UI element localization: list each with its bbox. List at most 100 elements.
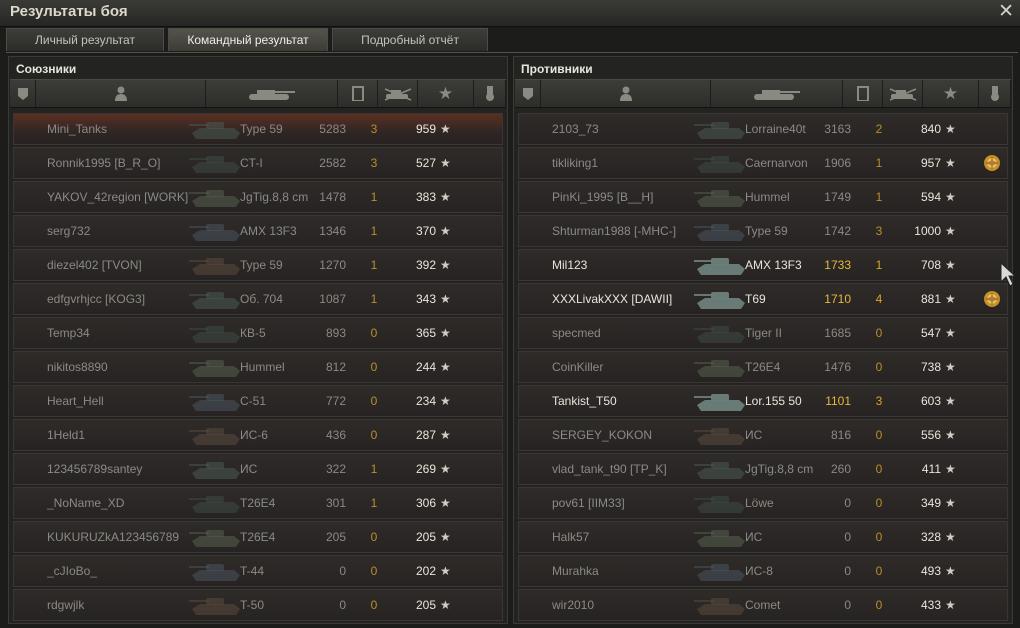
player-row[interactable]: Murahka ИС-8 0 0 493 ★	[518, 555, 1008, 587]
player-row[interactable]: specmed Tiger II 1685 0 547 ★	[518, 317, 1008, 349]
tank-icon	[188, 491, 246, 516]
damage-icon[interactable]	[338, 80, 378, 107]
tank-name: T-50	[240, 598, 265, 612]
player-row[interactable]: Tankist_T50 Lor.155 50 1101 3 603 ★	[518, 385, 1008, 417]
player-row[interactable]: 1Held1 ИС-6 436 0 287 ★	[13, 419, 503, 451]
player-row[interactable]: pov61 [IIM33] Löwe 0 0 349 ★	[518, 487, 1008, 519]
kills-value: 0	[875, 360, 883, 374]
tank-name: ИС	[745, 530, 763, 544]
tab-detailed-report[interactable]: Подробный отчёт	[332, 28, 488, 51]
damage-value: 893	[325, 326, 346, 340]
damage-value: 1685	[824, 326, 851, 340]
player-name: nikitos8890	[47, 360, 108, 374]
medal-icon[interactable]	[979, 80, 1011, 107]
player-row[interactable]: YAKOV_42region [WORK] JgTig.8,8 cm 1478 1 38…	[13, 181, 503, 213]
star-icon: ★	[945, 326, 956, 340]
tank-icon	[693, 287, 751, 312]
player-row[interactable]: edfgvrhjcc [KOG3] Об. 704 1087 1 343 ★	[13, 283, 503, 315]
points-value: 881	[920, 292, 941, 306]
player-row[interactable]: Mini_Tanks Type 59 5283 3 959 ★	[13, 113, 503, 145]
player-row[interactable]: Shturman1988 [-MHC-] Type 59 1742 3 1000 ★	[518, 215, 1008, 247]
points-value: 411	[921, 462, 941, 476]
player-row[interactable]: tikliking1 Caernarvon 1906 1 957 ★	[518, 147, 1008, 179]
points-icon[interactable]: ★	[923, 80, 979, 107]
points-value: 708	[920, 258, 941, 272]
tank-icon	[188, 457, 246, 482]
player-icon[interactable]	[541, 80, 711, 107]
enemies-list: 2103_73 Lorraine40t 3163 2 840 ★ tikliking1 Cae…	[514, 113, 1012, 623]
tank-name: ИС-8	[745, 564, 773, 578]
damage-value: 812	[325, 360, 346, 374]
kills-value: 3	[370, 156, 378, 170]
kills-value: 0	[370, 394, 378, 408]
points-icon[interactable]: ★	[418, 80, 474, 107]
points-value: 202	[415, 564, 436, 578]
star-icon: ★	[945, 190, 956, 204]
medal-icon[interactable]	[982, 153, 1002, 176]
kills-value: 1	[875, 156, 883, 170]
enemies-title: Противники	[521, 62, 593, 76]
kills-icon[interactable]	[378, 80, 418, 107]
points-value: 244	[415, 360, 436, 374]
tank-name: Type 59	[745, 224, 788, 238]
player-row[interactable]: Heart_Hell С-51 772 0 234 ★	[13, 385, 503, 417]
squad-icon[interactable]	[10, 80, 36, 107]
player-row[interactable]: Mil123 AMX 13F3 1733 1 708 ★	[518, 249, 1008, 281]
tank-name: AMX 13F3	[745, 258, 802, 272]
tank-icon	[188, 287, 246, 312]
damage-value: 1270	[319, 258, 346, 272]
player-row[interactable]: serg732 AMX 13F3 1346 1 370 ★	[13, 215, 503, 247]
kills-icon[interactable]	[883, 80, 923, 107]
player-name: XXXLivakXXX [DAWII]	[552, 292, 673, 306]
player-row[interactable]: Halk57 ИС 0 0 328 ★	[518, 521, 1008, 553]
player-row[interactable]: wir2010 Comet 0 0 433 ★	[518, 589, 1008, 621]
player-row[interactable]: KUKURUZkA123456789 T26E4 205 0 205 ★	[13, 521, 503, 553]
damage-value: 260	[830, 462, 851, 476]
damage-value: 772	[325, 394, 346, 408]
tank-icon[interactable]	[711, 80, 843, 107]
player-name: Heart_Hell	[47, 394, 104, 408]
star-icon: ★	[440, 190, 451, 204]
player-row[interactable]: _cJIoBo_ T-44 0 0 202 ★	[13, 555, 503, 587]
tank-icon	[693, 151, 751, 176]
medal-icon[interactable]	[474, 80, 506, 107]
player-row[interactable]: nikitos8890 Hummel 812 0 244 ★	[13, 351, 503, 383]
player-row[interactable]: SERGEY_KOKON ИС 816 0 556 ★	[518, 419, 1008, 451]
star-icon: ★	[440, 394, 451, 408]
player-name: Murahka	[552, 564, 599, 578]
player-name: SERGEY_KOKON	[552, 428, 653, 442]
points-value: 392	[415, 258, 436, 272]
player-name: _NoName_XD	[47, 496, 125, 510]
tab-personal-result[interactable]: Личный результат	[6, 28, 164, 51]
squad-icon[interactable]	[515, 80, 541, 107]
player-row[interactable]: rdgwjlk T-50 0 0 205 ★	[13, 589, 503, 621]
player-row[interactable]: _NoName_XD T26E4 301 1 306 ★	[13, 487, 503, 519]
tab-team-result[interactable]: Командный результат	[168, 28, 328, 51]
player-row[interactable]: PinKi_1995 [B__H] Hummel 1749 1 594 ★	[518, 181, 1008, 213]
player-row[interactable]: Ronnik1995 [B_R_O] CT-I 2582 3 527 ★	[13, 147, 503, 179]
star-icon: ★	[945, 224, 956, 238]
points-value: 556	[920, 428, 941, 442]
player-row[interactable]: diezel402 [TVON] Type 59 1270 1 392 ★	[13, 249, 503, 281]
kills-value: 1	[370, 462, 378, 476]
damage-icon[interactable]	[843, 80, 883, 107]
tank-icon[interactable]	[206, 80, 338, 107]
tank-icon	[693, 185, 751, 210]
player-icon[interactable]	[36, 80, 206, 107]
player-name: Halk57	[552, 530, 590, 544]
close-icon[interactable]: ✕	[998, 0, 1014, 23]
player-name: 123456789santey	[47, 462, 143, 476]
player-name: edfgvrhjcc [KOG3]	[47, 292, 146, 306]
player-row[interactable]: CoinKiller T26E4 1476 0 738 ★	[518, 351, 1008, 383]
player-row[interactable]: vlad_tank_t90 [TP_K] JgTig.8,8 cm 260 0 411 ★	[518, 453, 1008, 485]
medal-icon[interactable]	[982, 289, 1002, 312]
kills-value: 0	[875, 326, 883, 340]
points-value: 957	[920, 156, 941, 170]
star-icon: ★	[945, 394, 956, 408]
player-row[interactable]: 2103_73 Lorraine40t 3163 2 840 ★	[518, 113, 1008, 145]
player-row[interactable]: XXXLivakXXX [DAWII] T69 1710 4 881 ★	[518, 283, 1008, 315]
player-row[interactable]: Temp34 КВ-5 893 0 365 ★	[13, 317, 503, 349]
tank-name: ИС	[745, 428, 763, 442]
player-row[interactable]: 123456789santey ИС 322 1 269 ★	[13, 453, 503, 485]
star-icon: ★	[440, 598, 451, 612]
